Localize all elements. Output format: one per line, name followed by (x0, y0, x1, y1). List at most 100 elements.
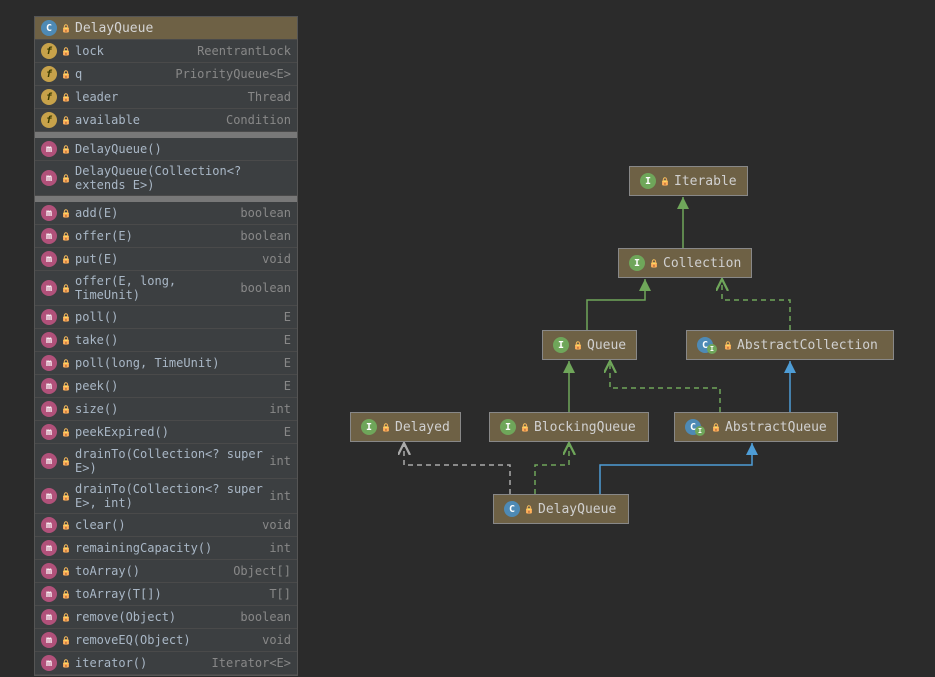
node-label: Iterable (674, 174, 737, 189)
method-type: E (284, 425, 291, 439)
lock-icon (723, 340, 733, 350)
method-name: DelayQueue() (75, 142, 291, 156)
interface-icon (553, 337, 569, 353)
method-row[interactable]: put(E)void (35, 248, 297, 271)
class-icon (41, 20, 57, 36)
lock-icon (61, 254, 71, 264)
method-type: int (269, 541, 291, 555)
method-type: void (262, 518, 291, 532)
field-type: PriorityQueue<E> (175, 67, 291, 81)
field-row[interactable]: availableCondition (35, 109, 297, 132)
method-row[interactable]: size()int (35, 398, 297, 421)
field-icon (41, 89, 57, 105)
class-header-row: DelayQueue (35, 17, 297, 40)
method-row[interactable]: add(E)boolean (35, 202, 297, 225)
method-type: E (284, 333, 291, 347)
node-collection[interactable]: Collection (618, 248, 752, 278)
node-label: Queue (587, 338, 626, 353)
field-type: Thread (248, 90, 291, 104)
method-name: remove(Object) (75, 610, 240, 624)
method-name: size() (75, 402, 269, 416)
method-type: E (284, 356, 291, 370)
method-type: boolean (240, 610, 291, 624)
method-type: E (284, 379, 291, 393)
lock-icon (61, 208, 71, 218)
method-icon (41, 228, 57, 244)
method-type: Object[] (233, 564, 291, 578)
method-row[interactable]: remove(Object)boolean (35, 606, 297, 629)
lock-icon (381, 422, 391, 432)
node-delayed[interactable]: Delayed (350, 412, 461, 442)
node-iterable[interactable]: Iterable (629, 166, 748, 196)
lock-icon (520, 422, 530, 432)
method-icon (41, 424, 57, 440)
lock-icon (61, 635, 71, 645)
method-icon (41, 170, 57, 186)
node-label: AbstractCollection (737, 338, 878, 353)
method-type: int (269, 402, 291, 416)
field-name: leader (75, 90, 248, 104)
abstract-overlay-icon (695, 426, 705, 436)
lock-icon (61, 427, 71, 437)
method-row[interactable]: drainTo(Collection<? super E>, int)int (35, 479, 297, 514)
method-name: drainTo(Collection<? super E>, int) (75, 482, 269, 510)
method-type: int (269, 454, 291, 468)
field-row[interactable]: leaderThread (35, 86, 297, 109)
method-row[interactable]: offer(E)boolean (35, 225, 297, 248)
method-name: peekExpired() (75, 425, 284, 439)
method-type: E (284, 310, 291, 324)
method-icon (41, 332, 57, 348)
method-row[interactable]: peek()E (35, 375, 297, 398)
method-icon (41, 488, 57, 504)
method-icon (41, 517, 57, 533)
field-name: lock (75, 44, 197, 58)
node-label: Delayed (395, 420, 450, 435)
method-icon (41, 378, 57, 394)
method-row[interactable]: toArray()Object[] (35, 560, 297, 583)
method-row[interactable]: iterator()Iterator<E> (35, 652, 297, 675)
lock-icon (61, 612, 71, 622)
abstract-overlay-icon (707, 344, 717, 354)
method-name: toArray() (75, 564, 233, 578)
method-icon (41, 205, 57, 221)
interface-icon (640, 173, 656, 189)
method-name: DelayQueue(Collection<? extends E>) (75, 164, 291, 192)
method-row[interactable]: DelayQueue(Collection<? extends E>) (35, 161, 297, 196)
method-type: boolean (240, 281, 291, 295)
node-queue[interactable]: Queue (542, 330, 637, 360)
method-row[interactable]: poll()E (35, 306, 297, 329)
lock-icon (61, 543, 71, 553)
method-row[interactable]: removeEQ(Object)void (35, 629, 297, 652)
interface-icon (629, 255, 645, 271)
method-icon (41, 401, 57, 417)
method-name: drainTo(Collection<? super E>) (75, 447, 269, 475)
method-row[interactable]: remainingCapacity()int (35, 537, 297, 560)
method-row[interactable]: poll(long, TimeUnit)E (35, 352, 297, 375)
method-name: toArray(T[]) (75, 587, 269, 601)
field-row[interactable]: lockReentrantLock (35, 40, 297, 63)
field-type: ReentrantLock (197, 44, 291, 58)
lock-icon (61, 491, 71, 501)
node-abstractcollection[interactable]: AbstractCollection (686, 330, 894, 360)
method-icon (41, 609, 57, 625)
method-row[interactable]: toArray(T[])T[] (35, 583, 297, 606)
method-name: put(E) (75, 252, 262, 266)
node-abstractqueue[interactable]: AbstractQueue (674, 412, 838, 442)
node-blockingqueue[interactable]: BlockingQueue (489, 412, 649, 442)
node-delayqueue[interactable]: DelayQueue (493, 494, 629, 524)
field-row[interactable]: qPriorityQueue<E> (35, 63, 297, 86)
method-row[interactable]: take()E (35, 329, 297, 352)
method-row[interactable]: offer(E, long, TimeUnit)boolean (35, 271, 297, 306)
method-icon (41, 309, 57, 325)
method-name: peek() (75, 379, 284, 393)
method-row[interactable]: DelayQueue() (35, 138, 297, 161)
method-name: add(E) (75, 206, 240, 220)
method-row[interactable]: clear()void (35, 514, 297, 537)
method-type: boolean (240, 229, 291, 243)
method-name: take() (75, 333, 284, 347)
method-type: boolean (240, 206, 291, 220)
method-row[interactable]: drainTo(Collection<? super E>)int (35, 444, 297, 479)
lock-icon (573, 340, 583, 350)
lock-icon (61, 456, 71, 466)
method-row[interactable]: peekExpired()E (35, 421, 297, 444)
